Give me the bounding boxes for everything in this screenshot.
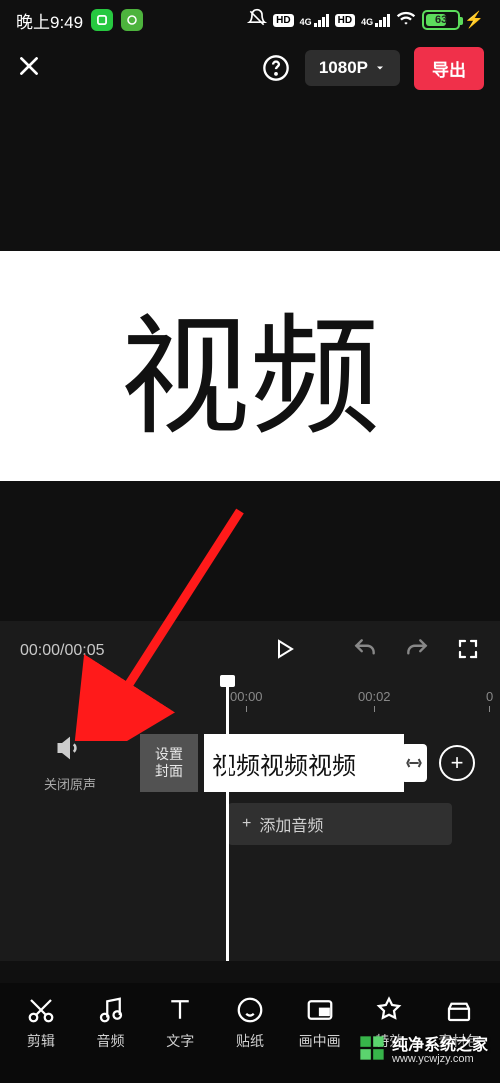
signal-group-2: 4G [361,14,390,27]
preview-pad-bottom [0,481,500,621]
video-clip[interactable]: 视频视频视频 [204,734,404,792]
transition-chip[interactable] [401,744,427,782]
top-bar: 1080P 导出 [0,40,500,96]
hd-badge-2: HD [335,14,355,27]
playhead[interactable] [226,681,229,961]
charging-icon: ⚡ [464,10,484,30]
redo-button[interactable] [404,636,430,667]
watermark: 纯净系统之家 www.ycwjzy.com [358,1031,488,1065]
tool-cut[interactable]: 剪辑 [9,995,73,1051]
battery-icon: 63 [422,10,460,30]
tool-text[interactable]: 文字 [148,995,212,1051]
resolution-select[interactable]: 1080P [305,50,400,86]
add-audio-button[interactable]: + 添加音频 [228,803,452,845]
ruler-tick: 00:00 [230,689,263,712]
ruler-tick: 00:02 [358,689,391,712]
preview-text: 视频 [120,272,380,460]
preview-pad-top [0,96,500,251]
help-button[interactable] [261,53,291,83]
play-button[interactable] [272,637,296,666]
fullscreen-button[interactable] [456,637,480,666]
chevron-down-icon [374,62,386,74]
time-ruler[interactable]: 00:00 00:02 0 [220,689,500,713]
hd-badge-1: HD [273,14,293,27]
ruler-tick: 0 [486,689,493,712]
export-button[interactable]: 导出 [414,47,484,90]
mute-original-button[interactable] [55,733,85,768]
preview-canvas[interactable]: 视频 [0,251,500,481]
tool-audio[interactable]: 音频 [79,995,143,1051]
mute-label: 关闭原声 [44,774,96,793]
timeline[interactable]: 00:00 00:02 0 关闭原声 设置 封面 视频视频视频 + + 添加音频 [0,681,500,961]
player-controls: 00:00/00:05 [0,621,500,681]
add-clip-button[interactable]: + [439,745,475,781]
close-button[interactable] [16,53,42,84]
tool-sticker[interactable]: 贴纸 [218,995,282,1051]
status-time: 晚上9:49 [16,8,83,33]
set-cover-button[interactable]: 设置 封面 [140,734,198,792]
dnd-icon [247,8,267,33]
app-notif-icon [91,9,113,31]
tool-pip[interactable]: 画中画 [288,995,352,1051]
status-bar: 晚上9:49 HD 4G HD 4G 63 ⚡ [0,0,500,40]
signal-group-1: 4G [300,14,329,27]
wifi-icon [396,8,416,33]
app-notif-icon-2 [121,9,143,31]
time-display: 00:00/00:05 [20,642,256,660]
plus-icon: + [242,815,251,833]
undo-button[interactable] [352,636,378,667]
watermark-logo-icon [358,1034,386,1062]
